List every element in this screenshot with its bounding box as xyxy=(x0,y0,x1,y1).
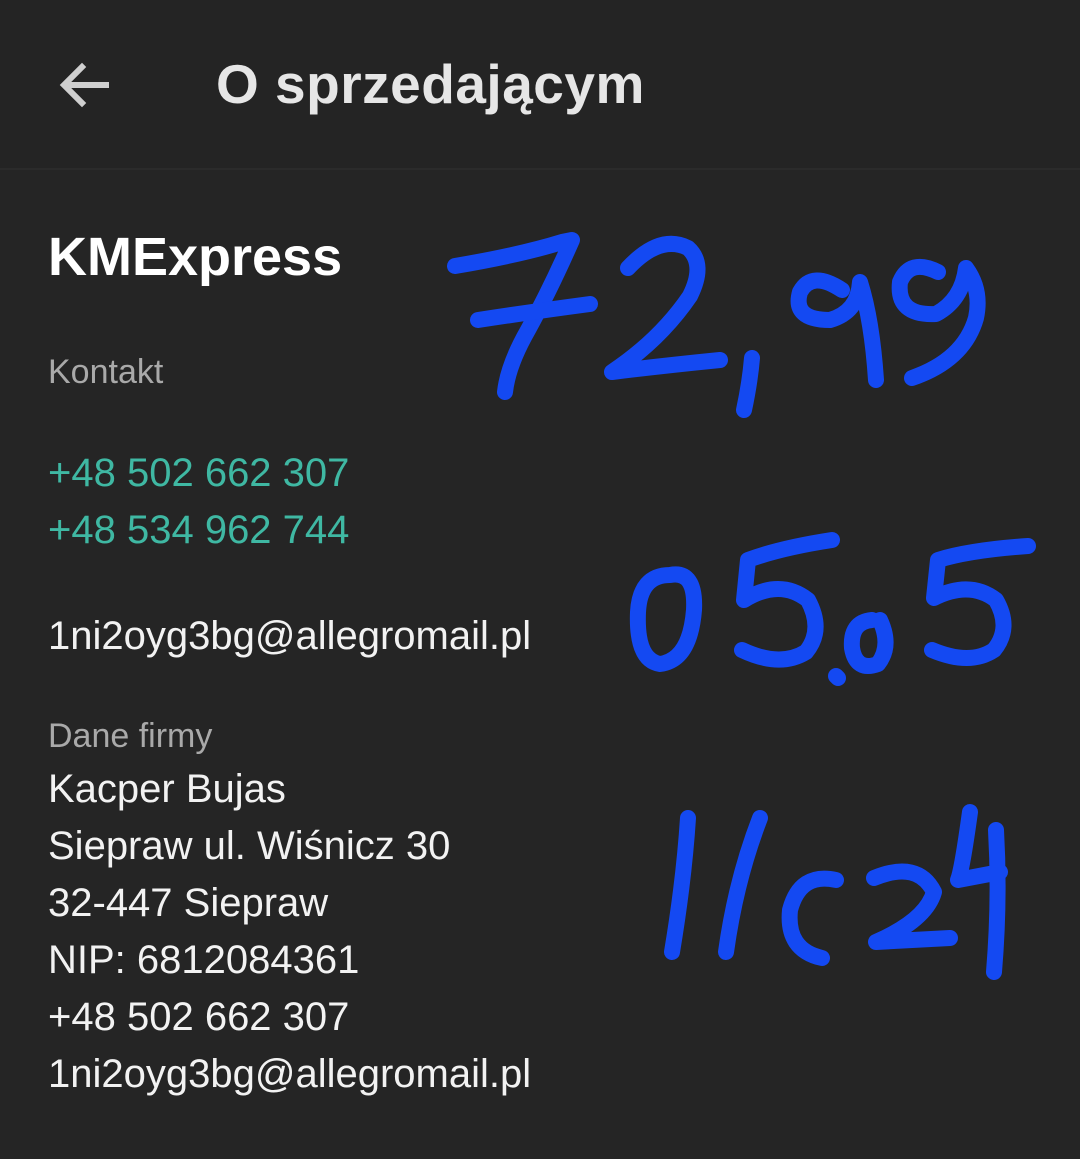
page-title: O sprzedającym xyxy=(216,53,645,115)
handwritten-note-price xyxy=(447,232,986,418)
arrow-left-icon xyxy=(59,62,109,108)
company-nip: NIP: 6812084361 xyxy=(48,938,360,982)
back-button[interactable] xyxy=(44,40,124,130)
contact-phone-2[interactable]: +48 534 962 744 xyxy=(48,508,349,553)
contact-phone-1[interactable]: +48 502 662 307 xyxy=(48,451,349,496)
contact-email[interactable]: 1ni2oyg3bg@allegromail.pl xyxy=(48,614,531,659)
seller-name: KMExpress xyxy=(48,227,343,287)
handwritten-note-time xyxy=(664,804,1008,980)
company-email: 1ni2oyg3bg@allegromail.pl xyxy=(48,1052,532,1096)
contact-label: Kontakt xyxy=(48,353,164,391)
app-bar: O sprzedającym xyxy=(0,0,1080,170)
company-city: 32-447 Siepraw xyxy=(48,881,329,925)
company-street: Siepraw ul. Wiśnicz 30 xyxy=(48,824,451,868)
handwritten-note-date xyxy=(629,532,1036,686)
company-phone: +48 502 662 307 xyxy=(48,995,350,1039)
company-label: Dane firmy xyxy=(48,717,213,755)
company-owner: Kacper Bujas xyxy=(48,767,286,811)
handwritten-annotations xyxy=(447,232,1036,980)
